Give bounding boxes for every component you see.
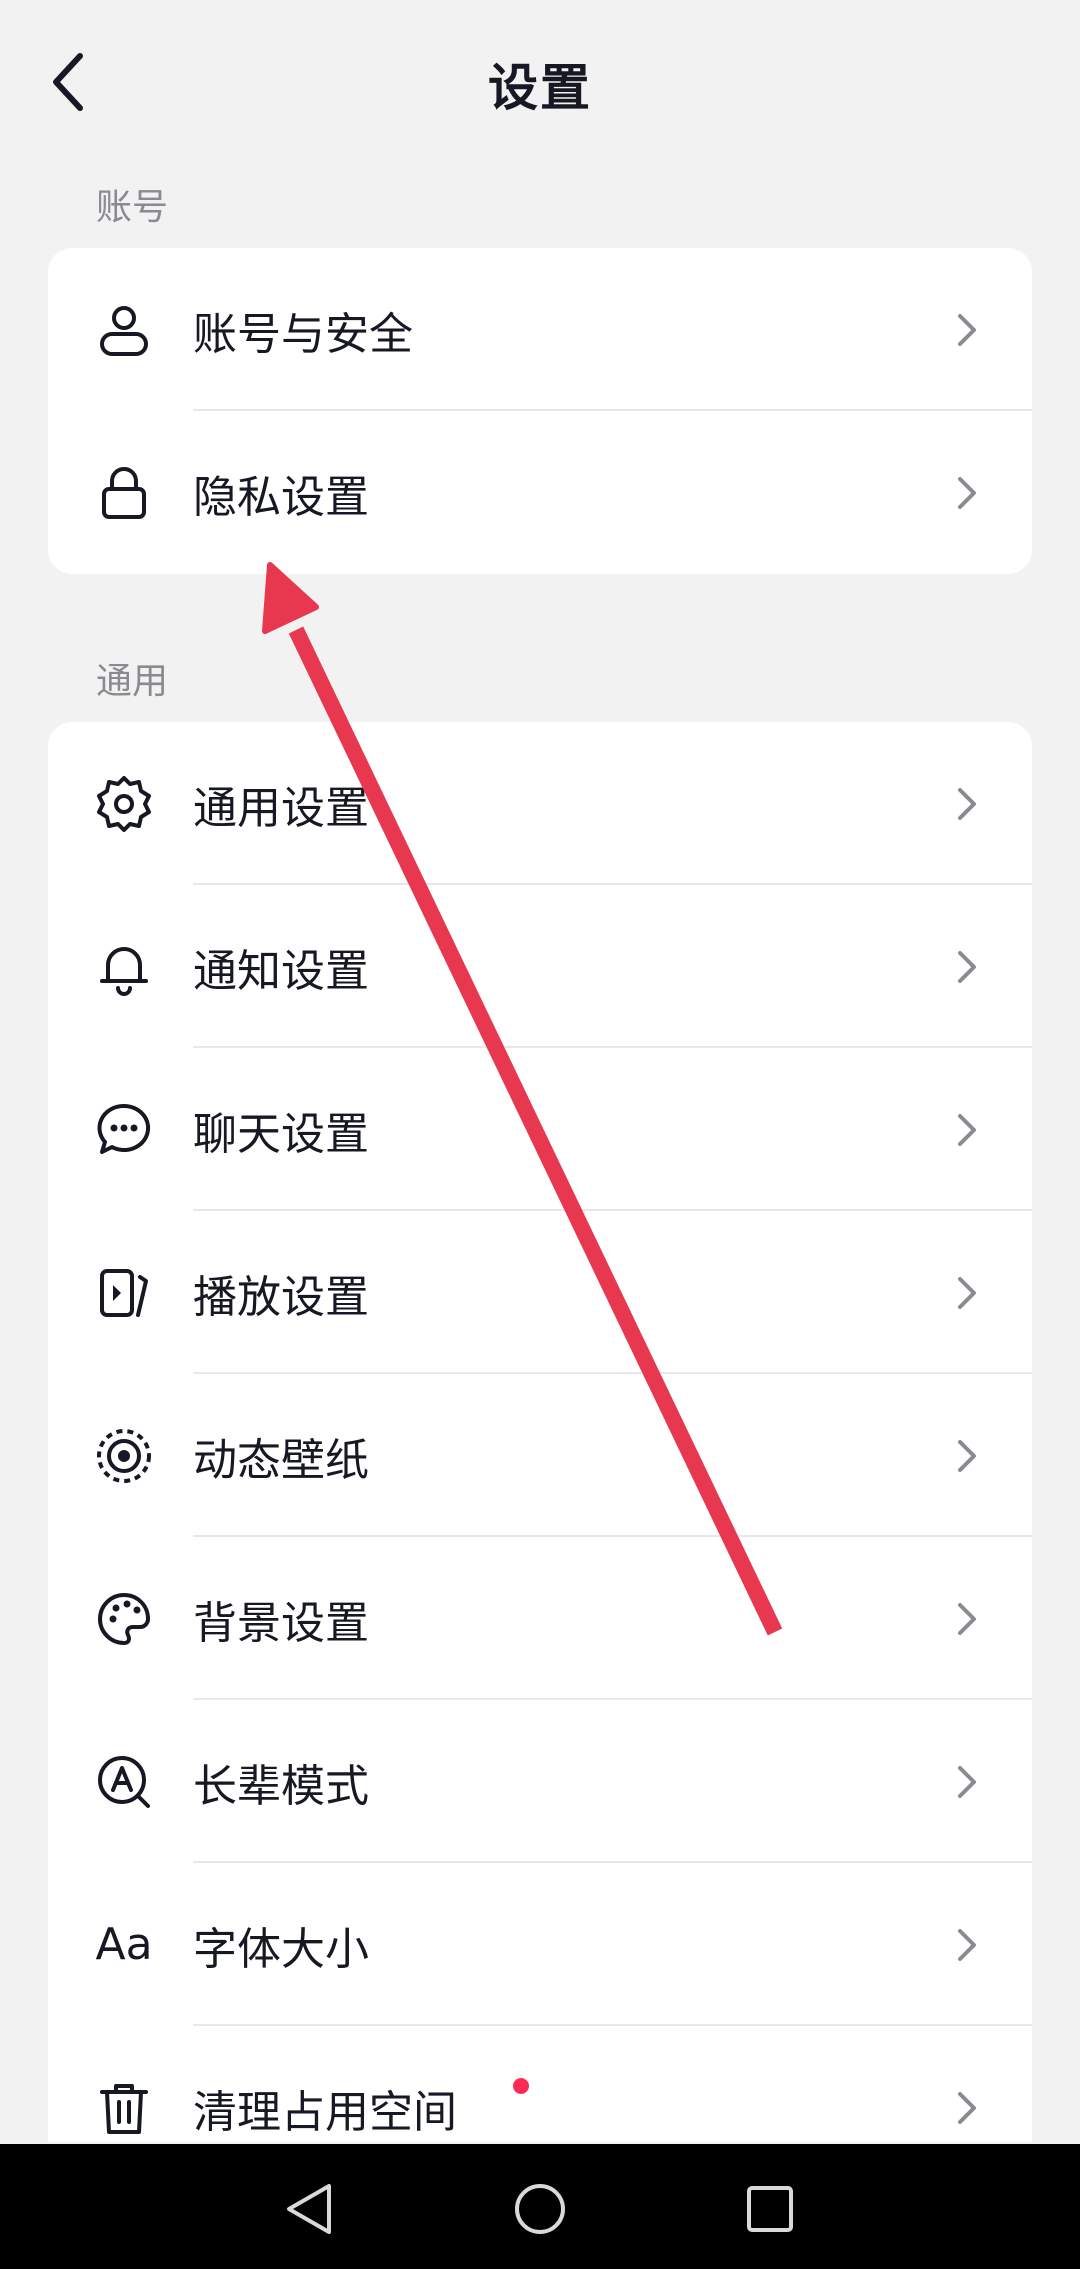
dynamic-wallpaper-icon bbox=[94, 1426, 154, 1486]
chevron-right-icon bbox=[958, 476, 976, 509]
account-card: 账号与安全 隐私设置 bbox=[48, 248, 1032, 574]
settings-row-font-size[interactable]: Aa 字体大小 bbox=[48, 1863, 1032, 2026]
row-label: 通知设置 bbox=[193, 945, 369, 997]
section-label-general: 通用 bbox=[96, 661, 169, 702]
chat-bubble-icon bbox=[94, 1100, 154, 1160]
palette-icon bbox=[94, 1589, 154, 1649]
play-settings-icon bbox=[94, 1263, 154, 1323]
elder-mode-icon bbox=[94, 1752, 154, 1812]
row-label: 长辈模式 bbox=[193, 1760, 369, 1812]
font-size-icon: Aa bbox=[95, 1919, 153, 1970]
settings-row-clear-storage[interactable]: 清理占用空间 bbox=[48, 2026, 1032, 2142]
settings-row-dynamic-wallpaper[interactable]: 动态壁纸 bbox=[48, 1374, 1032, 1537]
chevron-right-icon bbox=[958, 1439, 976, 1472]
chevron-right-icon bbox=[958, 1276, 976, 1309]
settings-row-background[interactable]: 背景设置 bbox=[48, 1537, 1032, 1700]
back-triangle-icon[interactable] bbox=[275, 2174, 345, 2244]
chevron-right-icon bbox=[958, 313, 976, 346]
trash-icon bbox=[94, 2078, 154, 2138]
row-label: 字体大小 bbox=[193, 1923, 369, 1975]
system-navigation-bar bbox=[0, 2144, 1080, 2269]
row-label: 通用设置 bbox=[193, 782, 369, 834]
chevron-right-icon bbox=[958, 950, 976, 983]
chevron-right-icon bbox=[958, 1765, 976, 1798]
section-label-account: 账号 bbox=[96, 187, 169, 228]
chevron-right-icon bbox=[958, 1113, 976, 1146]
recents-square-icon[interactable] bbox=[735, 2174, 805, 2244]
settings-row-notification[interactable]: 通知设置 bbox=[48, 885, 1032, 1048]
row-label: 清理占用空间 bbox=[193, 2086, 457, 2138]
chevron-right-icon bbox=[958, 1602, 976, 1635]
notification-dot bbox=[513, 2078, 529, 2094]
home-circle-icon[interactable] bbox=[505, 2174, 575, 2244]
chevron-right-icon bbox=[958, 1928, 976, 1961]
user-icon bbox=[94, 300, 154, 360]
settings-row-elder-mode[interactable]: 长辈模式 bbox=[48, 1700, 1032, 1863]
bell-icon bbox=[94, 937, 154, 997]
row-label: 背景设置 bbox=[193, 1597, 369, 1649]
settings-row-chat[interactable]: 聊天设置 bbox=[48, 1048, 1032, 1211]
chevron-right-icon bbox=[958, 787, 976, 820]
gear-icon bbox=[94, 774, 154, 834]
row-label: 聊天设置 bbox=[193, 1108, 369, 1160]
chevron-right-icon bbox=[958, 2091, 976, 2124]
settings-row-playback[interactable]: 播放设置 bbox=[48, 1211, 1032, 1374]
settings-row-privacy[interactable]: 隐私设置 bbox=[48, 411, 1032, 574]
row-label: 播放设置 bbox=[193, 1271, 369, 1323]
header: 设置 bbox=[0, 0, 1080, 170]
page-title: 设置 bbox=[488, 59, 592, 117]
settings-row-account-security[interactable]: 账号与安全 bbox=[48, 248, 1032, 411]
settings-row-general[interactable]: 通用设置 bbox=[48, 722, 1032, 885]
row-label: 动态壁纸 bbox=[193, 1434, 369, 1486]
row-label: 隐私设置 bbox=[193, 471, 369, 523]
row-label: 账号与安全 bbox=[193, 308, 413, 360]
general-card: 通用设置 通知设置 聊天设置 播放设置 动态壁纸 背景设置 长辈模式 Aa 字体… bbox=[48, 722, 1032, 2142]
lock-icon bbox=[94, 463, 154, 523]
